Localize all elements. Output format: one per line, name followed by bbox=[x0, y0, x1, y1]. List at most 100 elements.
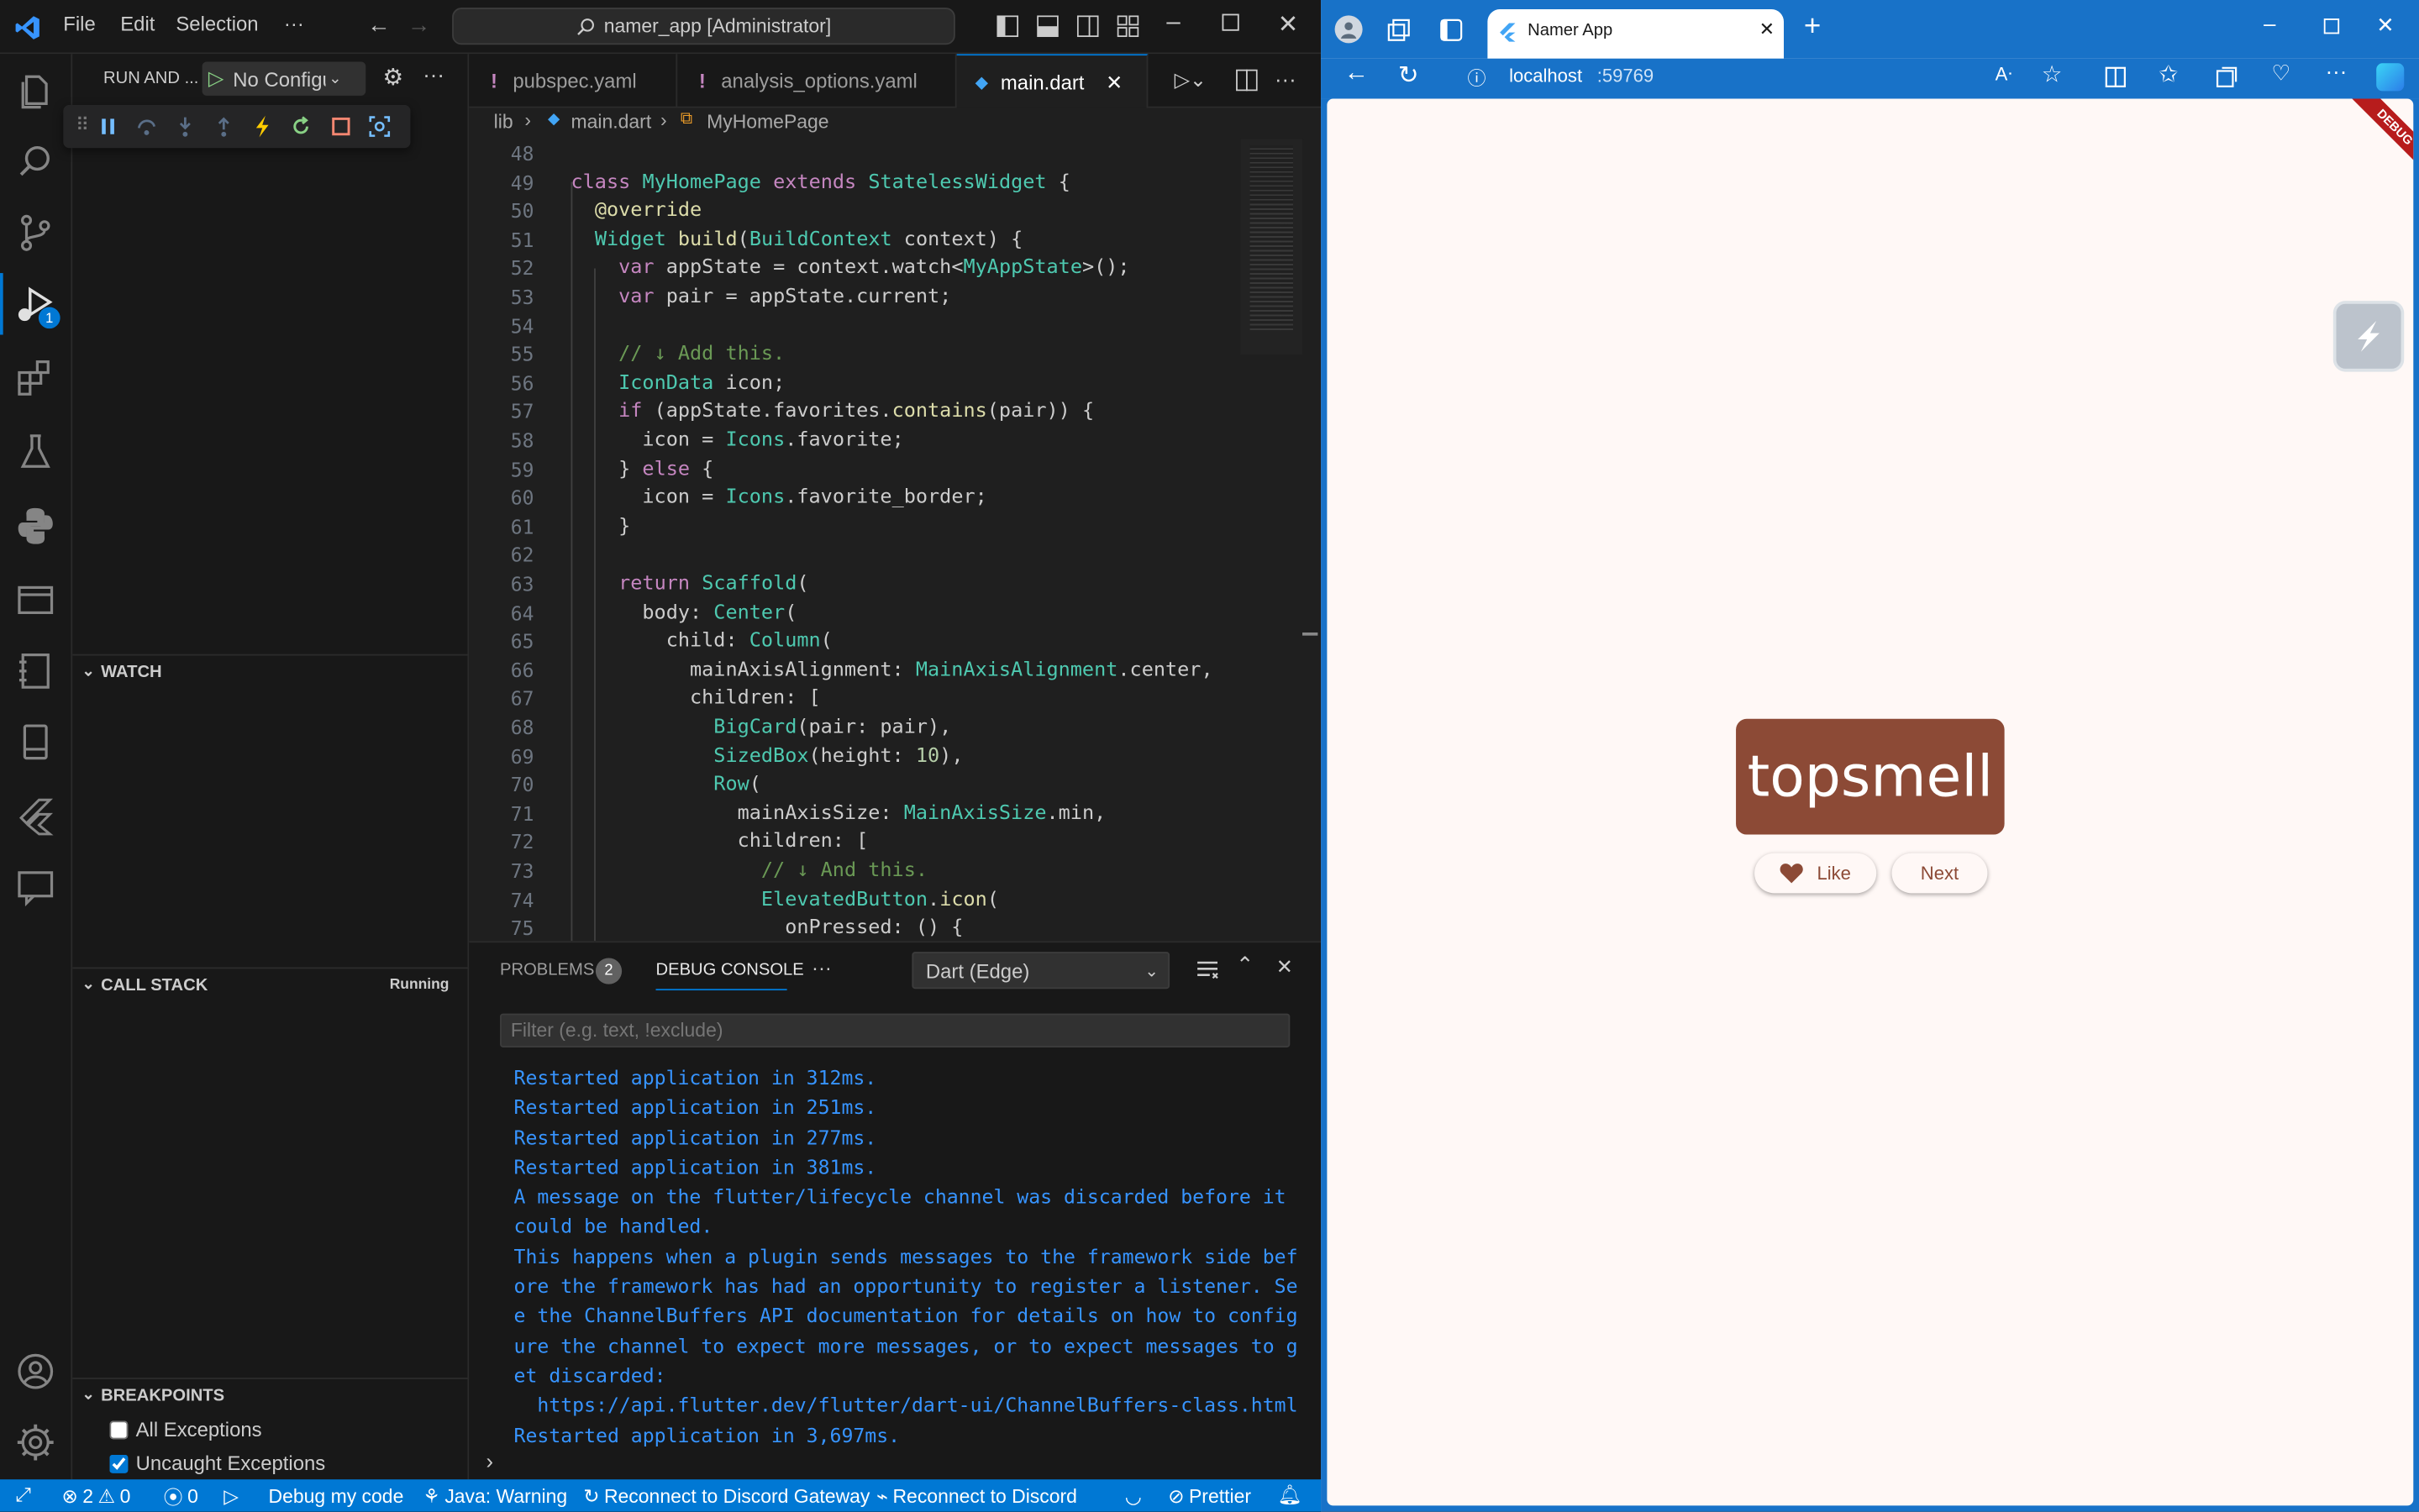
code-line[interactable]: mainAxisSize: MainAxisSize.min, bbox=[571, 802, 1107, 826]
code-line[interactable]: BigCard(pair: pair), bbox=[571, 716, 951, 739]
code-line[interactable]: class MyHomePage extends StatelessWidget… bbox=[571, 171, 1070, 194]
code-line[interactable]: // ↓ And this. bbox=[571, 859, 928, 883]
step-into-icon[interactable] bbox=[175, 116, 197, 138]
maximize-icon[interactable] bbox=[1222, 13, 1239, 31]
breakpoint-item[interactable]: All Exceptions bbox=[109, 1418, 262, 1441]
toggle-secondary-sidebar-icon[interactable] bbox=[1076, 15, 1099, 38]
minimize-icon[interactable]: – bbox=[2264, 11, 2275, 35]
minimize-icon[interactable]: – bbox=[1166, 9, 1180, 37]
code-line[interactable]: children: [ bbox=[571, 687, 821, 711]
code-line[interactable]: IconData icon; bbox=[571, 371, 785, 395]
new-tab-icon[interactable]: + bbox=[1804, 11, 1821, 45]
toggle-panel-icon[interactable] bbox=[1037, 15, 1059, 38]
breadcrumb-item[interactable]: MyHomePage bbox=[707, 111, 828, 133]
split-screen-icon[interactable] bbox=[2105, 66, 2127, 88]
code-line[interactable]: icon = Icons.favorite_border; bbox=[571, 486, 986, 510]
code-line[interactable]: @override bbox=[571, 199, 702, 223]
step-over-icon[interactable] bbox=[136, 116, 158, 138]
search-view-icon[interactable] bbox=[14, 140, 57, 183]
run-debug-icon[interactable]: ▷⌄ bbox=[1175, 68, 1207, 92]
accounts-icon[interactable] bbox=[14, 1350, 57, 1393]
breadcrumb-item[interactable]: main.dart bbox=[571, 111, 652, 133]
performance-heart-icon[interactable]: ♡ bbox=[2271, 60, 2290, 87]
code-line[interactable]: children: [ bbox=[571, 831, 869, 854]
close-tab-icon[interactable]: ✕ bbox=[1106, 71, 1123, 95]
watch-section-header[interactable]: ⌄ WATCH bbox=[72, 654, 470, 688]
code-line[interactable]: mainAxisAlignment: MainAxisAlignment.cen… bbox=[571, 659, 1213, 682]
clear-console-icon[interactable] bbox=[1196, 959, 1219, 979]
copilot-icon[interactable] bbox=[2376, 63, 2405, 92]
next-button[interactable]: Next bbox=[1891, 853, 1988, 894]
discord-gateway-status[interactable]: ↻ Reconnect to Discord Gateway bbox=[583, 1479, 870, 1512]
favorites-icon[interactable]: ✩ bbox=[2159, 60, 2178, 87]
console-filter[interactable] bbox=[500, 1013, 1291, 1047]
extensions-icon[interactable] bbox=[14, 356, 57, 399]
command-center[interactable]: namer_app [Administrator] bbox=[452, 8, 955, 45]
notebook-icon[interactable] bbox=[14, 649, 57, 692]
minimap[interactable] bbox=[1240, 139, 1303, 355]
close-window-icon[interactable]: ✕ bbox=[1278, 9, 1299, 40]
menu-more[interactable]: ··· bbox=[284, 13, 304, 36]
code-line[interactable]: body: Center( bbox=[571, 601, 797, 624]
device-icon[interactable] bbox=[14, 721, 57, 764]
tab-actions-icon[interactable] bbox=[1439, 18, 1463, 42]
java-status[interactable]: ⚘ Java: Warning bbox=[423, 1479, 567, 1512]
debug-config-select[interactable]: ▷ No Configu ⌄ bbox=[202, 61, 366, 96]
code-line[interactable]: } bbox=[571, 515, 630, 538]
maximize-icon[interactable] bbox=[2323, 18, 2340, 34]
debug-session-select[interactable]: Dart (Edge) ⌄ bbox=[912, 952, 1170, 990]
site-info-icon[interactable]: ⓘ bbox=[1468, 65, 1486, 91]
all-exceptions-checkbox[interactable] bbox=[109, 1420, 129, 1439]
code-line[interactable]: return Scaffold( bbox=[571, 572, 808, 596]
restart-icon[interactable] bbox=[290, 116, 312, 138]
breakpoint-item[interactable]: Uncaught Exceptions bbox=[109, 1452, 325, 1475]
python-icon[interactable] bbox=[14, 505, 57, 548]
panel-more[interactable]: ··· bbox=[812, 957, 832, 980]
problems-status[interactable]: ⊗ 2 ⚠ 0 bbox=[61, 1479, 130, 1512]
code-line[interactable]: ElevatedButton.icon( bbox=[571, 888, 999, 911]
tab-pubspec[interactable]: ! pubspec.yaml bbox=[469, 54, 678, 108]
debug-status-icon[interactable]: ▷ bbox=[223, 1479, 239, 1512]
code-line[interactable]: if (appState.favorites.contains(pair)) { bbox=[571, 400, 1094, 423]
browser-menu-icon[interactable]: ··· bbox=[2326, 59, 2348, 83]
code-line[interactable]: SizedBox(height: 10), bbox=[571, 744, 963, 768]
breakpoints-section-header[interactable]: ⌄ BREAKPOINTS bbox=[72, 1377, 470, 1411]
back-arrow-icon[interactable]: ← bbox=[367, 13, 391, 39]
step-out-icon[interactable] bbox=[213, 116, 234, 138]
code-line[interactable]: Widget build(BuildContext context) { bbox=[571, 228, 1023, 251]
tab-analysis-options[interactable]: ! analysis_options.yaml bbox=[677, 54, 957, 108]
uncaught-exceptions-checkbox[interactable] bbox=[109, 1453, 129, 1473]
notifications-bell-icon[interactable]: 🔔︎ bbox=[1278, 1479, 1302, 1512]
workspaces-icon[interactable] bbox=[1387, 18, 1411, 42]
toggle-primary-sidebar-icon[interactable] bbox=[997, 15, 1019, 38]
maximize-panel-icon[interactable]: ⌃ bbox=[1236, 952, 1254, 978]
close-tab-icon[interactable]: ✕ bbox=[1759, 18, 1775, 40]
testing-icon[interactable] bbox=[14, 430, 57, 473]
reload-icon[interactable]: ↻ bbox=[1398, 60, 1419, 92]
code-line[interactable]: var pair = appState.current; bbox=[571, 286, 951, 309]
profile-avatar[interactable] bbox=[1334, 15, 1363, 44]
browser-tab-active[interactable]: Namer App ✕ bbox=[1487, 9, 1784, 59]
start-debugging-icon[interactable]: ▷ bbox=[208, 66, 223, 91]
prettier-status[interactable]: ⊘ Prettier bbox=[1168, 1479, 1251, 1512]
hot-reload-icon[interactable] bbox=[251, 114, 273, 139]
chat-icon[interactable] bbox=[14, 865, 57, 908]
edge-sidebar-button[interactable] bbox=[2332, 301, 2405, 372]
close-window-icon[interactable]: ✕ bbox=[2376, 13, 2395, 39]
remote-icon[interactable]: ⤢ bbox=[15, 1479, 30, 1512]
collections-icon[interactable] bbox=[2216, 66, 2238, 88]
code-line[interactable]: child: Column( bbox=[571, 630, 833, 654]
pause-icon[interactable] bbox=[97, 116, 119, 138]
code-line[interactable]: Row( bbox=[571, 773, 761, 796]
customize-layout-icon[interactable] bbox=[1117, 15, 1139, 38]
console-filter-input[interactable] bbox=[501, 1015, 1289, 1047]
drag-handle-icon[interactable]: ⠿ bbox=[76, 114, 89, 136]
flutter-icon[interactable] bbox=[14, 795, 57, 837]
favorite-star-icon[interactable]: ☆ bbox=[2042, 60, 2063, 87]
address-bar[interactable]: ⓘ localhost :59769 Aᐧ ☆ bbox=[1448, 59, 2068, 96]
debug-settings-gear-icon[interactable]: ⚙ bbox=[382, 63, 403, 91]
split-editor-icon[interactable] bbox=[1236, 69, 1258, 92]
code-line[interactable]: onPressed: () { bbox=[571, 916, 963, 940]
debug-my-code[interactable]: Debug my code bbox=[269, 1479, 404, 1512]
stop-icon[interactable] bbox=[330, 116, 352, 138]
